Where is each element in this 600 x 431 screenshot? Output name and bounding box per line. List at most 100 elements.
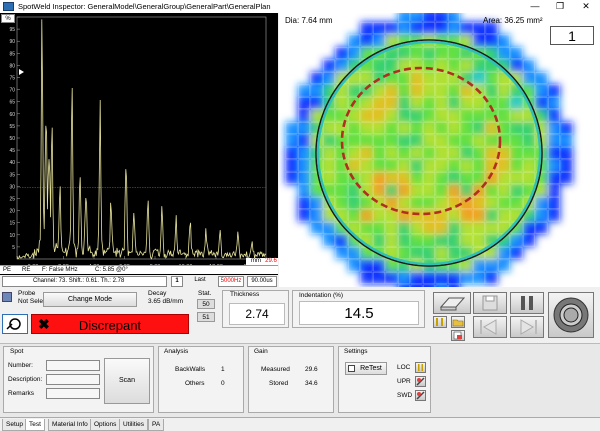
indentation-panel: Indentation (%) 14.5 bbox=[292, 290, 425, 328]
y-tick-label: 45 bbox=[9, 148, 15, 154]
y-tick-label: 5 bbox=[12, 245, 15, 251]
channel-info: Channel: 73. Shift.: 0.61. Th.: 2.78 bbox=[2, 276, 167, 287]
tab-pa[interactable]: PA bbox=[148, 419, 165, 431]
stat-value-2: 51 bbox=[197, 312, 215, 322]
thickness-label: Thickness bbox=[230, 291, 260, 298]
ascan-status-bar: PE RE F: False MHz C: 5.85 @0° bbox=[0, 265, 278, 274]
status-pe: PE bbox=[3, 267, 12, 273]
discrepant-indicator: ✖ Discrepant bbox=[31, 314, 189, 334]
status-re: RE bbox=[22, 267, 31, 273]
indentation-value: 14.5 bbox=[299, 301, 419, 325]
probe-label: Probe bbox=[18, 290, 36, 297]
settings-title: Settings bbox=[344, 348, 368, 355]
tab-utilities[interactable]: Utilities bbox=[119, 419, 148, 431]
loc-toggle[interactable] bbox=[415, 362, 426, 373]
tools-icon bbox=[416, 391, 425, 400]
gain-title: Gain bbox=[254, 348, 268, 355]
previous-icon bbox=[480, 319, 497, 335]
tab-test[interactable]: Test bbox=[25, 419, 45, 431]
y-tick-label: 55 bbox=[9, 124, 15, 130]
channel-row: Channel: 73. Shift.: 0.61. Th.: 2.78 1 L… bbox=[0, 276, 278, 287]
next-button[interactable] bbox=[510, 316, 544, 338]
stored-value: 34.6 bbox=[305, 380, 318, 387]
tab-material-info[interactable]: Material Info bbox=[48, 419, 92, 431]
report-icon bbox=[453, 331, 462, 340]
others-value: 0 bbox=[221, 380, 225, 387]
loop-toggle-button[interactable] bbox=[2, 314, 28, 334]
probe-value: Not Sele bbox=[18, 298, 43, 305]
loop-icon bbox=[6, 318, 21, 330]
verdict-label: Discrepant bbox=[78, 318, 142, 333]
save-button[interactable] bbox=[473, 292, 507, 314]
percent-label: % bbox=[1, 14, 15, 23]
save-icon bbox=[482, 295, 498, 311]
y-tick-label: 50 bbox=[9, 136, 15, 142]
swd-label: SWD bbox=[397, 392, 413, 399]
close-button[interactable]: ✕ bbox=[575, 0, 597, 13]
cscan-map bbox=[285, 13, 573, 287]
minimize-button[interactable]: — bbox=[524, 0, 546, 13]
grid-icon[interactable] bbox=[2, 292, 12, 302]
stored-label: Stored bbox=[269, 380, 289, 387]
y-tick-label: 75 bbox=[9, 76, 15, 82]
folder-icon bbox=[452, 319, 464, 327]
status-c: C: 5.85 @0° bbox=[95, 267, 128, 273]
analysis-title: Analysis bbox=[164, 348, 189, 355]
y-tick-label: 90 bbox=[9, 39, 15, 45]
cscan-display[interactable]: Dia: 7.64 mm Area: 36.25 mm² 1 bbox=[279, 13, 600, 287]
swd-toggle[interactable] bbox=[415, 390, 426, 401]
spot-panel: Spot Number: Description: Remarks Scan bbox=[3, 346, 154, 413]
y-tick-label: 95 bbox=[9, 27, 15, 33]
diameter-label: Dia: 7.64 mm bbox=[285, 16, 333, 25]
scan-button[interactable]: Scan bbox=[104, 358, 150, 404]
open-folder-button[interactable] bbox=[451, 316, 465, 328]
y-tick-label: 35 bbox=[9, 172, 15, 178]
last-label: Last bbox=[194, 277, 206, 283]
indentation-label: Indentation (%) bbox=[299, 292, 344, 299]
analysis-panel: Analysis BackWalls 1 Others 0 bbox=[158, 346, 244, 413]
channel-index[interactable]: 1 bbox=[171, 276, 183, 287]
status-filter: F: False MHz bbox=[42, 267, 78, 273]
remarks-field[interactable] bbox=[46, 388, 100, 399]
next-icon bbox=[520, 319, 537, 335]
change-mode-button[interactable]: Change Mode bbox=[43, 292, 137, 307]
y-tick-label: 15 bbox=[9, 221, 15, 227]
tab-options[interactable]: Options bbox=[90, 419, 121, 431]
y-tick-label: 70 bbox=[9, 88, 15, 94]
spot-title: Spot bbox=[10, 348, 24, 355]
restore-button[interactable]: ❐ bbox=[549, 0, 571, 13]
y-tick-label: 25 bbox=[9, 197, 15, 203]
upr-toggle[interactable] bbox=[415, 376, 426, 387]
stat-label: Stat. bbox=[198, 290, 212, 297]
y-tick-label: 65 bbox=[9, 100, 15, 106]
gate-bars-icon bbox=[418, 364, 423, 371]
settings-panel: Settings ReTest LOC UPR SWD bbox=[338, 346, 431, 413]
description-field[interactable] bbox=[46, 374, 100, 385]
ascan-plot: 1009590858075706560555045403530252015105… bbox=[7, 15, 267, 270]
tab-bar: Setup Test Material Info Options Utiliti… bbox=[0, 417, 600, 431]
number-label: Number: bbox=[8, 362, 33, 369]
description-label: Description: bbox=[8, 376, 43, 383]
target-icon bbox=[553, 297, 589, 333]
backwalls-value: 1 bbox=[221, 366, 225, 373]
eraser-button[interactable] bbox=[433, 292, 471, 314]
previous-button[interactable] bbox=[473, 316, 507, 338]
y-tick-label: 20 bbox=[9, 209, 15, 215]
y-tick-label: 40 bbox=[9, 160, 15, 166]
number-field[interactable] bbox=[46, 360, 100, 371]
pause-button[interactable] bbox=[510, 292, 544, 314]
loc-label: LOC bbox=[397, 364, 411, 371]
ascan-display[interactable]: 1009590858075706560555045403530252015105… bbox=[0, 13, 278, 275]
eraser-icon bbox=[439, 297, 466, 311]
others-label: Others bbox=[185, 380, 205, 387]
retest-button[interactable]: ReTest bbox=[345, 362, 387, 375]
gate-toggle-button[interactable] bbox=[433, 316, 447, 328]
tools-icon bbox=[416, 377, 425, 386]
stat-value-1: 50 bbox=[197, 299, 215, 309]
measured-value: 29.6 bbox=[305, 366, 318, 373]
record-button[interactable] bbox=[548, 292, 594, 338]
decay-label: Decay bbox=[148, 290, 167, 297]
spot-counter: 1 bbox=[550, 26, 594, 45]
tab-setup[interactable]: Setup bbox=[2, 419, 27, 431]
report-button[interactable] bbox=[451, 330, 465, 341]
